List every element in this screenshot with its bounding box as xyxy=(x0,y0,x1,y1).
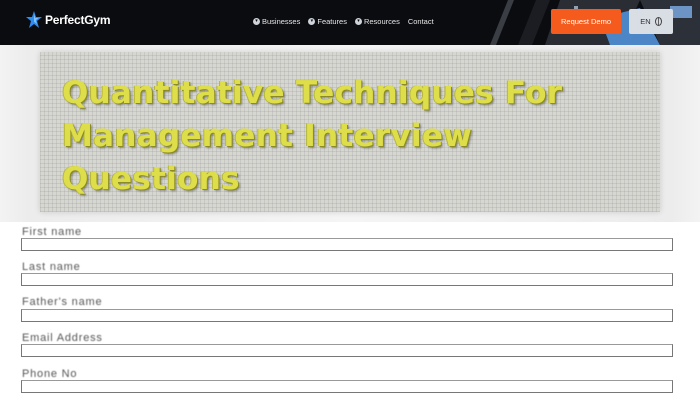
last-name-field[interactable] xyxy=(21,273,673,286)
nav-item-contact[interactable]: Contact xyxy=(408,17,434,26)
contact-form: First name Last name Father's name Email… xyxy=(0,222,700,400)
nav-label-resources: Resources xyxy=(363,16,400,26)
top-navigation-bar: PerfectGym ▾ Businesses ▾ Features ▾ Res… xyxy=(0,0,700,45)
article-hero-image: Quantitative Techniques For Management I… xyxy=(40,52,660,212)
logo-star-icon xyxy=(26,11,42,28)
globe-icon xyxy=(654,17,662,26)
language-label: EN xyxy=(640,17,651,26)
first-name-label: First name xyxy=(22,227,82,237)
hero-title-line-2: Management Interview xyxy=(62,118,473,154)
nav-item-resources[interactable]: ▾ Resources xyxy=(354,16,400,26)
nav-item-businesses[interactable]: ▾ Businesses xyxy=(253,17,300,26)
hero-title: Quantitative Techniques For Management I… xyxy=(62,72,652,201)
hero-section: Quantitative Techniques For Management I… xyxy=(0,45,700,222)
fathers-name-label: Father's name xyxy=(22,297,103,307)
chevron-down-icon: ▾ xyxy=(354,17,362,25)
hero-title-line-1: Quantitative Techniques For xyxy=(62,75,563,111)
chevron-down-icon: ▾ xyxy=(253,17,260,25)
first-name-field[interactable] xyxy=(21,238,673,251)
email-address-label: Email Address xyxy=(22,333,103,343)
email-address-field[interactable] xyxy=(21,344,673,357)
nav-label-businesses: Businesses xyxy=(262,16,301,26)
language-selector[interactable]: EN xyxy=(629,9,673,34)
nav-item-features[interactable]: ▾ Features xyxy=(308,17,347,26)
chevron-down-icon: ▾ xyxy=(308,17,316,25)
brand-name: PerfectGym xyxy=(45,13,111,27)
nav-label-features: Features xyxy=(317,16,347,26)
main-navigation: ▾ Businesses ▾ Features ▾ Resources Cont… xyxy=(253,14,434,28)
nav-label-contact: Contact xyxy=(407,16,434,26)
phone-number-field[interactable] xyxy=(21,380,673,393)
hero-title-line-3: Questions xyxy=(62,161,240,197)
phone-number-label: Phone No xyxy=(22,369,78,379)
request-demo-button[interactable]: Request Demo xyxy=(551,9,621,34)
brand-logo[interactable]: PerfectGym xyxy=(26,10,111,30)
fathers-name-field[interactable] xyxy=(21,309,673,322)
last-name-label: Last name xyxy=(22,262,81,272)
